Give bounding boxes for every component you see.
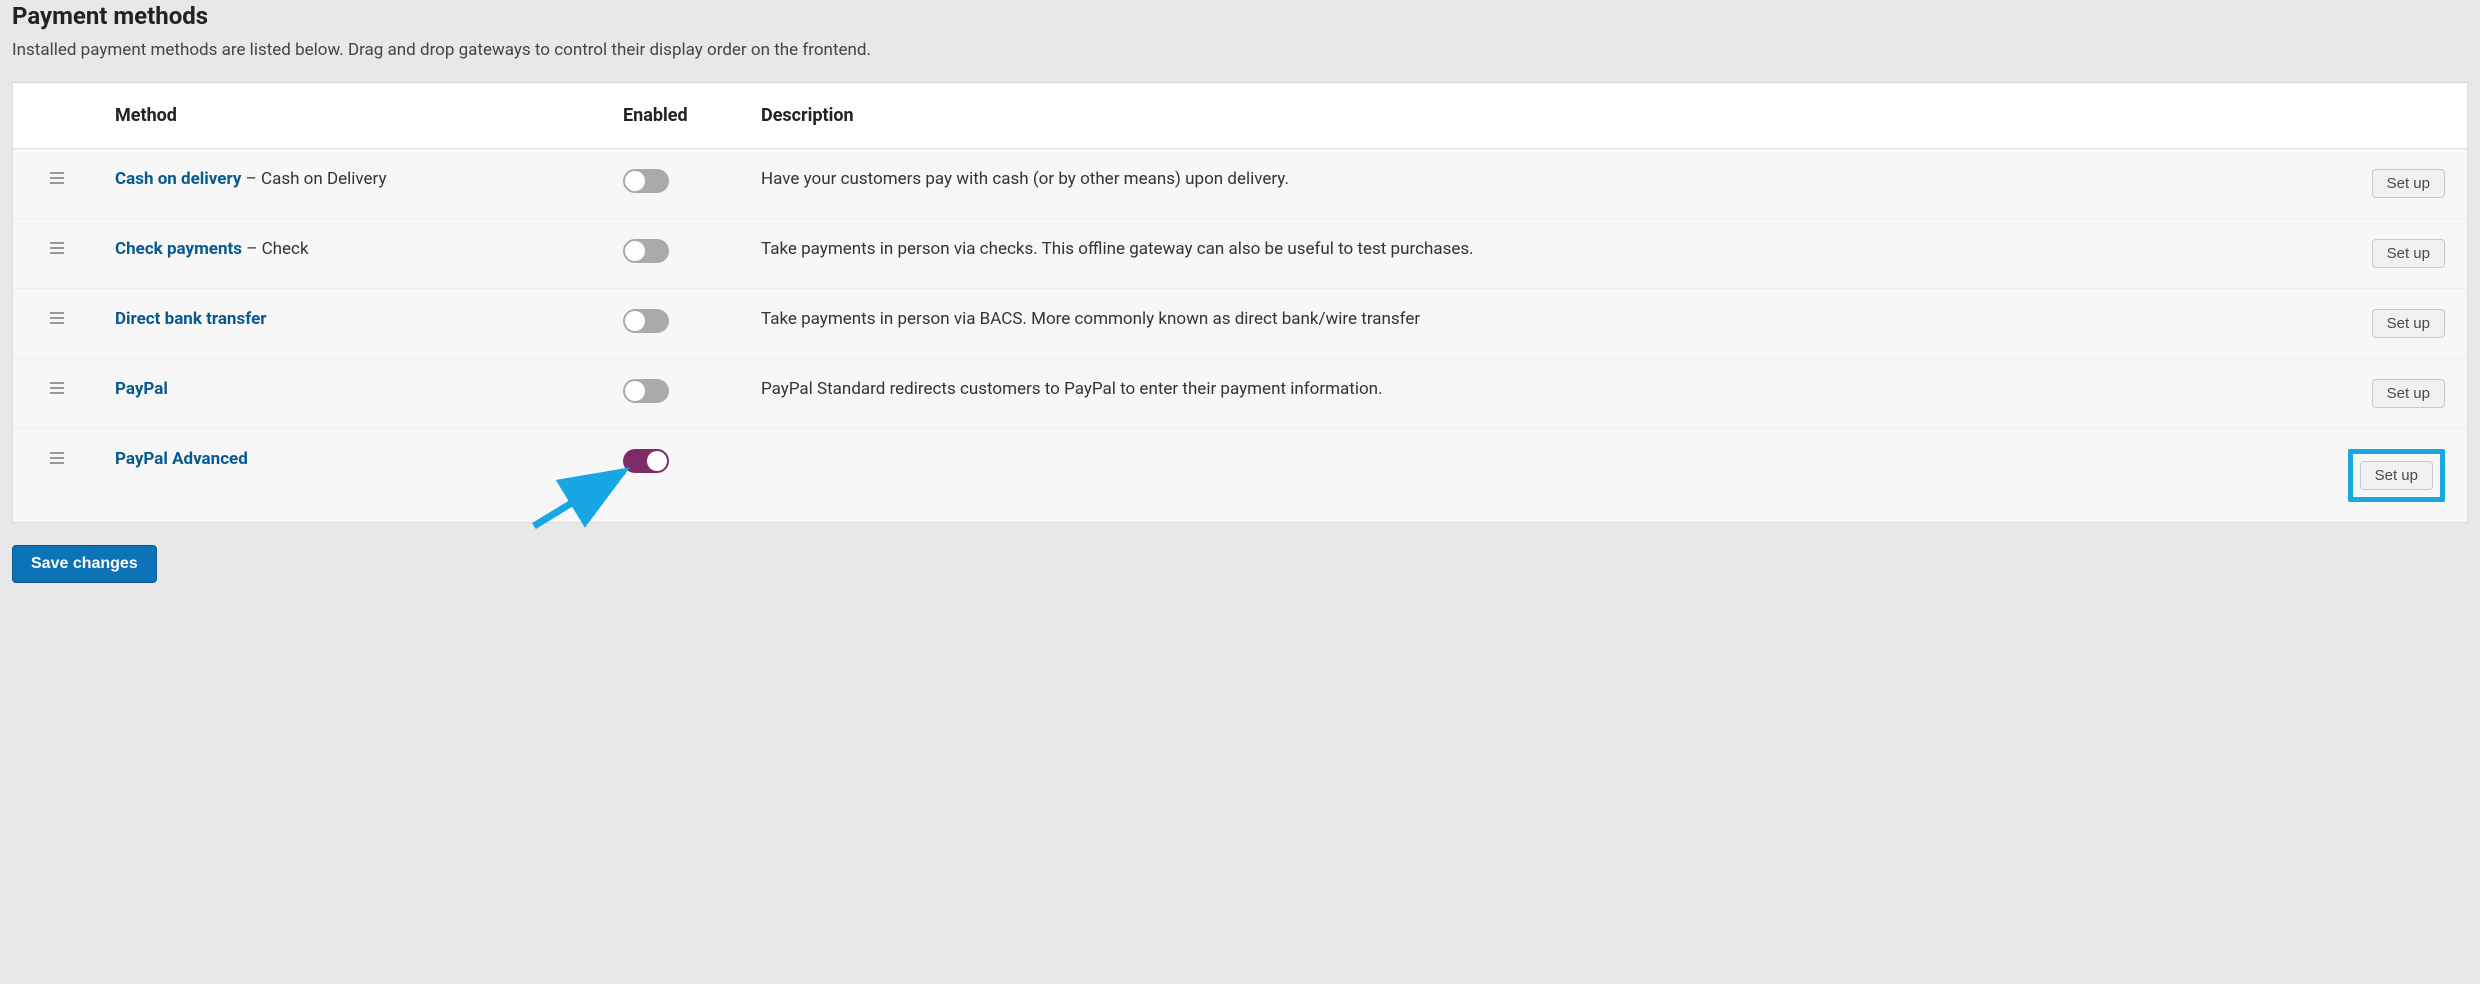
table-row: Check payments – Check Take payments in p… bbox=[13, 219, 2467, 289]
enabled-toggle[interactable] bbox=[623, 169, 669, 193]
save-changes-button[interactable]: Save changes bbox=[12, 545, 157, 583]
method-link[interactable]: PayPal bbox=[115, 379, 168, 399]
method-description: PayPal Standard redirects customers to P… bbox=[747, 359, 2321, 429]
method-description: Take payments in person via BACS. More c… bbox=[747, 289, 2321, 359]
enabled-toggle[interactable] bbox=[623, 239, 669, 263]
table-row: Direct bank transfer Take payments in per… bbox=[13, 289, 2467, 359]
section-title: Payment methods bbox=[12, 2, 2468, 30]
col-action-header bbox=[2321, 83, 2467, 149]
col-method-header: Method bbox=[101, 83, 609, 149]
enabled-toggle[interactable] bbox=[623, 309, 669, 333]
col-description-header: Description bbox=[747, 83, 2321, 149]
method-link[interactable]: Check payments bbox=[115, 239, 242, 259]
setup-button[interactable]: Set up bbox=[2372, 169, 2445, 198]
col-drag-header bbox=[13, 83, 101, 149]
enabled-toggle[interactable] bbox=[623, 379, 669, 403]
table-row: PayPal PayPal Standard redirects customer… bbox=[13, 359, 2467, 429]
method-description bbox=[747, 429, 2321, 523]
drag-handle-icon[interactable] bbox=[50, 172, 64, 184]
method-link[interactable]: PayPal Advanced bbox=[115, 449, 248, 469]
method-suffix: – Cash on Delivery bbox=[241, 169, 386, 189]
table-row: Cash on delivery – Cash on Delivery Have … bbox=[13, 149, 2467, 219]
method-description: Take payments in person via checks. This… bbox=[747, 219, 2321, 289]
setup-button[interactable]: Set up bbox=[2372, 239, 2445, 268]
method-link[interactable]: Cash on delivery bbox=[115, 169, 241, 189]
setup-button[interactable]: Set up bbox=[2372, 379, 2445, 408]
setup-button[interactable]: Set up bbox=[2372, 309, 2445, 338]
drag-handle-icon[interactable] bbox=[50, 382, 64, 394]
highlight-box: Set up bbox=[2348, 449, 2445, 502]
method-link[interactable]: Direct bank transfer bbox=[115, 309, 266, 329]
col-enabled-header: Enabled bbox=[609, 83, 747, 149]
method-suffix: – Check bbox=[242, 239, 309, 259]
drag-handle-icon[interactable] bbox=[50, 452, 64, 464]
method-description: Have your customers pay with cash (or by… bbox=[747, 149, 2321, 219]
payment-methods-table: Method Enabled Description Cash on deliv… bbox=[12, 82, 2468, 523]
setup-button[interactable]: Set up bbox=[2360, 461, 2433, 490]
drag-handle-icon[interactable] bbox=[50, 312, 64, 324]
drag-handle-icon[interactable] bbox=[50, 242, 64, 254]
enabled-toggle[interactable] bbox=[623, 449, 669, 473]
table-row: PayPal Advanced Set up bbox=[13, 429, 2467, 523]
section-description: Installed payment methods are listed bel… bbox=[12, 40, 2468, 60]
